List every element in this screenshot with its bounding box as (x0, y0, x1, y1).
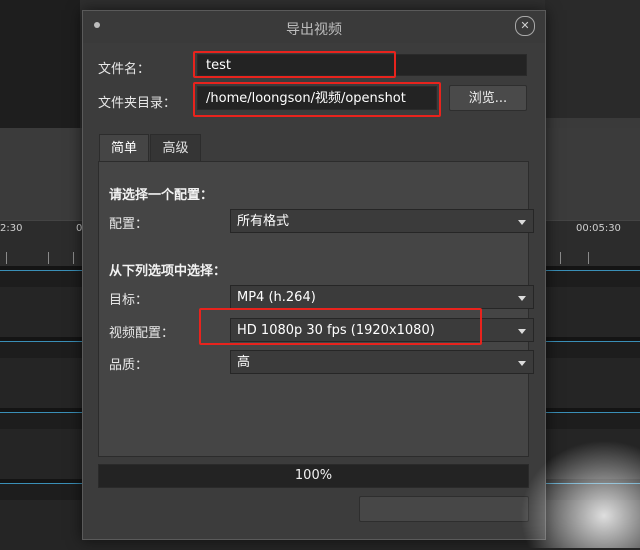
quality-label: 品质： (109, 358, 149, 373)
progress-text: 100% (294, 468, 333, 483)
filename-label: 文件名： (98, 62, 151, 77)
folder-input[interactable]: /home/loongson/视频/openshot (197, 86, 437, 110)
video-profile-dropdown[interactable]: HD 1080p 30 fps (1920x1080) (230, 318, 534, 342)
profile-section-title: 请选择一个配置： (109, 188, 214, 203)
ruler-tick (6, 252, 7, 264)
profile-value: 所有格式 (237, 214, 290, 229)
chevron-down-icon (518, 296, 526, 301)
target-dropdown[interactable]: MP4 (h.264) (230, 285, 534, 309)
chevron-down-icon (518, 220, 526, 225)
ruler-time-label: 2:30 (0, 223, 23, 234)
quality-value: 高 (237, 355, 251, 370)
video-profile-label: 视频配置： (109, 326, 175, 341)
ruler-time-label: 00:05:30 (576, 223, 621, 234)
editor-left-panel (0, 0, 80, 128)
profile-dropdown[interactable]: 所有格式 (230, 209, 534, 233)
ruler-tick (588, 252, 589, 264)
export-button[interactable] (359, 496, 529, 522)
target-label: 目标： (109, 293, 149, 308)
browse-button[interactable]: 浏览... (449, 85, 527, 111)
close-icon: ✕ (520, 19, 530, 32)
export-progress-bar: 100% (98, 464, 529, 488)
tab-simple[interactable]: 简单 (99, 134, 149, 163)
target-value: MP4 (h.264) (237, 290, 316, 305)
ruler-tick (48, 252, 49, 264)
editor-right-panel (545, 0, 640, 128)
quality-dropdown[interactable]: 高 (230, 350, 534, 374)
ruler-tick (73, 252, 74, 264)
export-video-dialog: 导出视频 ✕ 文件名： test 文件夹目录： /home/loongson/视… (82, 10, 546, 540)
simple-tab-panel: 请选择一个配置： 配置： 所有格式 从下列选项中选择： 目标： MP4 (h.2… (98, 161, 534, 457)
chevron-down-icon (518, 329, 526, 334)
chevron-down-icon (518, 361, 526, 366)
options-section-title: 从下列选项中选择： (109, 264, 227, 279)
dialog-title: 导出视频 (286, 22, 342, 38)
tab-advanced[interactable]: 高级 (150, 134, 201, 161)
folder-label: 文件夹目录： (98, 96, 177, 111)
profile-label: 配置： (109, 217, 149, 232)
video-profile-value: HD 1080p 30 fps (1920x1080) (237, 323, 435, 338)
filename-input[interactable]: test (197, 54, 527, 76)
dialog-titlebar: 导出视频 ✕ (83, 11, 545, 43)
ruler-tick (560, 252, 561, 264)
close-button[interactable]: ✕ (515, 16, 535, 36)
